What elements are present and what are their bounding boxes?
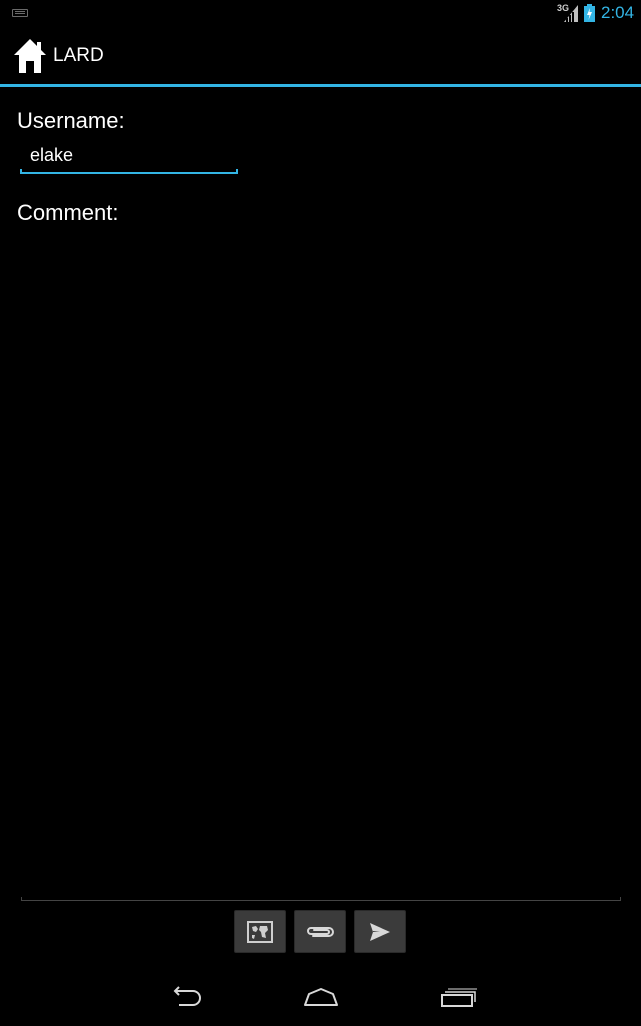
send-icon bbox=[370, 922, 390, 941]
recent-apps-icon bbox=[441, 988, 477, 1007]
comment-label: Comment: bbox=[17, 200, 119, 225]
home-nav-button[interactable] bbox=[296, 982, 346, 1012]
app-title: LARD bbox=[53, 45, 104, 66]
send-button[interactable] bbox=[354, 910, 406, 953]
home-icon[interactable] bbox=[13, 38, 47, 74]
username-label: Username: bbox=[17, 108, 125, 133]
navigation-bar bbox=[0, 964, 641, 1026]
map-button[interactable] bbox=[234, 910, 286, 953]
battery-charging-icon bbox=[584, 4, 595, 22]
comment-underline bbox=[21, 897, 621, 901]
paperclip-icon bbox=[307, 926, 334, 937]
action-bar: LARD bbox=[0, 28, 641, 84]
username-field[interactable] bbox=[20, 140, 238, 174]
comment-input[interactable] bbox=[21, 232, 621, 902]
back-button[interactable] bbox=[160, 982, 210, 1012]
recent-apps-button[interactable] bbox=[433, 982, 483, 1012]
username-input[interactable] bbox=[20, 140, 238, 170]
action-bar-divider bbox=[0, 84, 641, 87]
clock: 2:04 bbox=[601, 3, 635, 22]
map-icon bbox=[247, 920, 273, 943]
keyboard-icon bbox=[12, 9, 28, 17]
signal-icon bbox=[564, 5, 578, 22]
status-bar: 3G 2:04 bbox=[0, 0, 641, 28]
home-nav-icon bbox=[304, 988, 338, 1006]
username-underline bbox=[20, 169, 238, 174]
attach-button[interactable] bbox=[294, 910, 346, 953]
back-icon bbox=[173, 986, 201, 1006]
